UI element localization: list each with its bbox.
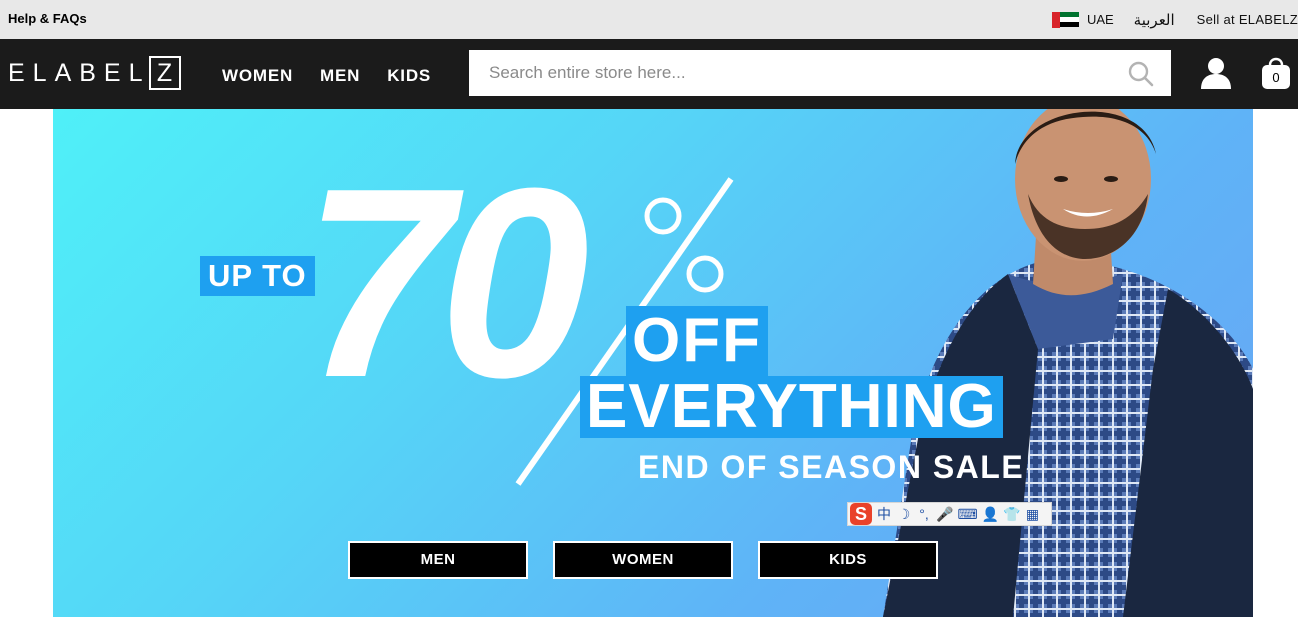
shirt-icon[interactable]: 👕 (1003, 506, 1020, 523)
top-utility-bar: Help & FAQs UAE العربية Sell at ELABELZ (0, 0, 1298, 39)
cart-count-badge: 0 (1272, 70, 1280, 85)
nav-item-kids[interactable]: KIDS (387, 66, 431, 86)
primary-nav: WOMEN MEN KIDS (222, 66, 431, 86)
shop-men-button[interactable]: MEN (348, 541, 528, 579)
keyboard-icon[interactable]: ⌨ (957, 506, 977, 523)
search-icon[interactable] (1127, 60, 1155, 88)
sell-link[interactable]: Sell at ELABELZ (1197, 12, 1298, 27)
site-logo[interactable]: ELABEL Z (8, 56, 181, 90)
main-header: ELABEL Z WOMEN MEN KIDS 0 (0, 39, 1298, 109)
shop-women-button[interactable]: WOMEN (553, 541, 733, 579)
grid-icon[interactable]: ▦ (1025, 506, 1041, 523)
logo-box-letter: Z (148, 56, 181, 90)
nav-item-men[interactable]: MEN (320, 66, 360, 86)
language-switch-link[interactable]: العربية (1134, 11, 1175, 29)
promo-everything: EVERYTHING (580, 376, 1003, 438)
help-faqs-link[interactable]: Help & FAQs (8, 11, 87, 26)
ime-logo-icon[interactable]: S (850, 503, 872, 525)
country-selector[interactable]: UAE (1087, 12, 1114, 27)
ime-toolbar: S 中 ☽ °, 🎤 ⌨ 👤 👕 ▦ (847, 502, 1052, 526)
uae-flag-icon[interactable] (1051, 11, 1079, 28)
microphone-icon[interactable]: 🎤 (936, 506, 953, 523)
user-icon[interactable] (1199, 56, 1233, 90)
topbar-right-group: UAE العربية Sell at ELABELZ (1051, 0, 1298, 39)
ime-mode-toggle[interactable]: 中 (876, 504, 892, 524)
hero-cta-row: MEN WOMEN KIDS (348, 541, 938, 579)
moon-icon[interactable]: ☽ (896, 506, 912, 523)
promo-subtitle: END OF SEASON SALE (638, 449, 1025, 485)
person-icon[interactable]: 👤 (982, 506, 999, 523)
punctuation-icon[interactable]: °, (916, 506, 932, 522)
nav-item-women[interactable]: WOMEN (222, 66, 293, 86)
shop-kids-button[interactable]: KIDS (758, 541, 938, 579)
promo-up-to: UP TO (200, 256, 315, 296)
search-bar (469, 50, 1171, 96)
promo-off: OFF (626, 306, 768, 376)
cart-button[interactable]: 0 (1259, 54, 1293, 90)
logo-text: ELABEL (8, 58, 151, 87)
search-input[interactable] (469, 50, 1109, 96)
hero-banner[interactable]: UP TO 70 OFF EVERYTHING END OF SEASON SA… (53, 109, 1253, 617)
